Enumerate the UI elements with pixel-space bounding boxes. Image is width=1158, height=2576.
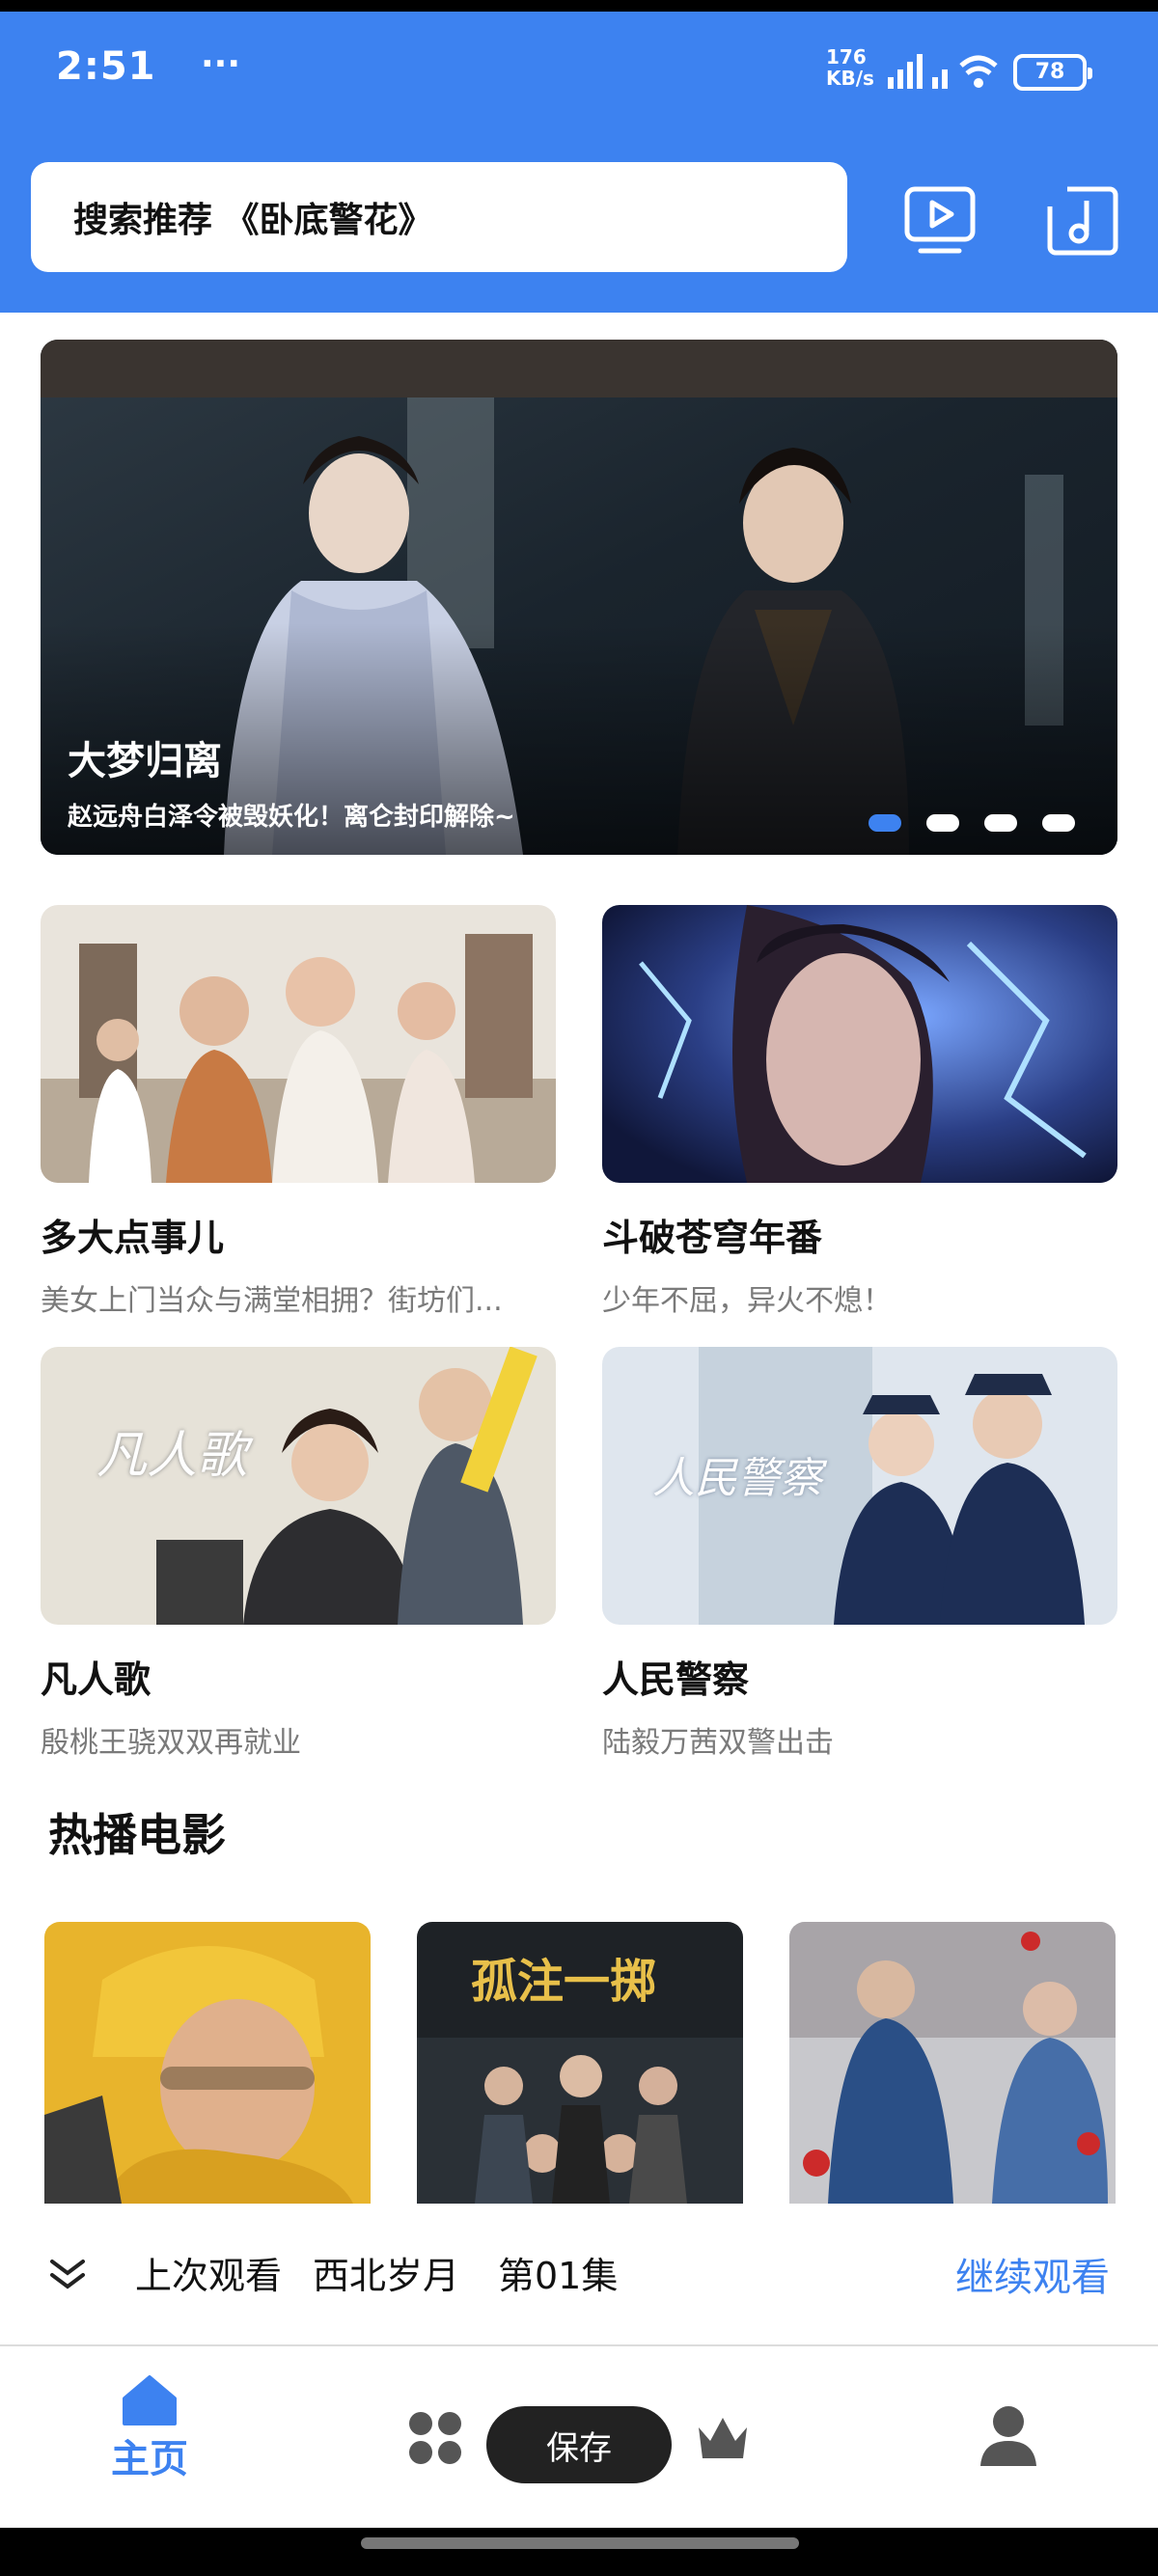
save-button[interactable]: 保存 (486, 2406, 672, 2483)
movie-row: 孤注一掷 (44, 1922, 1116, 2204)
crown-icon[interactable] (695, 2414, 751, 2462)
show-title: 人民警察 (602, 1658, 750, 1701)
search-bar[interactable]: 搜索推荐 《卧底警花》 (31, 162, 847, 272)
show-thumbnail (41, 905, 556, 1183)
show-title: 多大点事儿 (41, 1217, 225, 1259)
chevron-down-icon[interactable] (48, 2254, 87, 2292)
resume-episode: 第01集 (498, 2255, 619, 2297)
poster-title-text: 人民警察 (652, 1454, 822, 1503)
net-speed-value: 176 (826, 45, 867, 69)
poster-title-text: 孤注一掷 (471, 1955, 657, 2009)
show-thumbnail: 人民警察 (602, 1347, 1117, 1625)
net-speed: 176 KB/s (826, 46, 874, 89)
pager-dot[interactable] (926, 814, 959, 832)
tab-home[interactable]: 主页 (106, 2373, 193, 2483)
show-title: 凡人歌 (41, 1658, 152, 1701)
home-icon (123, 2375, 177, 2425)
resume-label: 上次观看 (135, 2255, 283, 2297)
status-bar: 2:51 ··· 176 KB/s 78 (0, 12, 1158, 127)
battery-indicator: 78 (1013, 54, 1092, 91)
resume-bar[interactable]: 上次观看 西北岁月 第01集 继续观看 (0, 2204, 1158, 2346)
movie-poster[interactable] (44, 1922, 371, 2204)
resume-show: 西北岁月 (313, 2255, 460, 2297)
show-subtitle: 美女上门当众与满堂相拥？街坊们... (41, 1284, 503, 1318)
show-subtitle: 少年不屈，异火不熄！ (602, 1284, 892, 1318)
show-title: 斗破苍穹年番 (602, 1217, 823, 1259)
net-speed-unit: KB/s (826, 67, 874, 90)
tab-home-label: 主页 (111, 2437, 188, 2481)
status-dots: ··· (201, 44, 241, 84)
pager-dot[interactable] (984, 814, 1017, 832)
show-card[interactable]: 凡人歌 凡人歌 殷桃王骁双双再就业 (41, 1347, 556, 1761)
apps-icon[interactable] (407, 2410, 463, 2466)
show-card[interactable]: 人民警察 人民警察 陆毅万茜双警出击 (602, 1347, 1117, 1761)
tv-play-icon[interactable] (903, 185, 977, 257)
show-subtitle: 陆毅万茜双警出击 (602, 1726, 834, 1760)
movie-poster[interactable] (789, 1922, 1116, 2204)
home-indicator[interactable] (361, 2537, 799, 2549)
pager-dot-active[interactable] (868, 814, 901, 832)
hero-banner[interactable]: 大梦归离 赵远舟白泽令被毁妖化！离仑封印解除~ (41, 340, 1117, 855)
show-subtitle: 殷桃王骁双双再就业 (41, 1726, 301, 1760)
show-thumbnail (602, 905, 1117, 1183)
banner-title: 大梦归离 (68, 739, 222, 783)
app-screen: 2:51 ··· 176 KB/s 78 搜索推荐 《卧底警花》 大梦归离 赵远… (0, 12, 1158, 2528)
signal-wifi-icon (888, 54, 998, 89)
bottom-tab-bar: 主页 保存 (0, 2348, 1158, 2528)
banner-pager[interactable] (868, 814, 1075, 832)
battery-level: 78 (1034, 60, 1065, 84)
movie-poster[interactable]: 孤注一掷 (417, 1922, 743, 2204)
poster-title-text: 凡人歌 (96, 1427, 248, 1485)
show-thumbnail: 凡人歌 (41, 1347, 556, 1625)
continue-watching-button[interactable]: 继续观看 (955, 2246, 1110, 2302)
search-placeholder: 搜索推荐 《卧底警花》 (73, 201, 433, 240)
user-icon[interactable] (979, 2404, 1038, 2468)
status-time: 2:51 (56, 44, 156, 89)
music-note-icon[interactable] (1046, 185, 1119, 257)
pager-dot[interactable] (1042, 814, 1075, 832)
header: 2:51 ··· 176 KB/s 78 搜索推荐 《卧底警花》 (0, 12, 1158, 313)
section-title: 热播电影 (48, 1809, 226, 1861)
show-card[interactable]: 斗破苍穹年番 少年不屈，异火不熄！ (602, 905, 1117, 1319)
banner-subtitle: 赵远舟白泽令被毁妖化！离仑封印解除~ (68, 803, 515, 832)
show-card[interactable]: 多大点事儿 美女上门当众与满堂相拥？街坊们... (41, 905, 556, 1319)
